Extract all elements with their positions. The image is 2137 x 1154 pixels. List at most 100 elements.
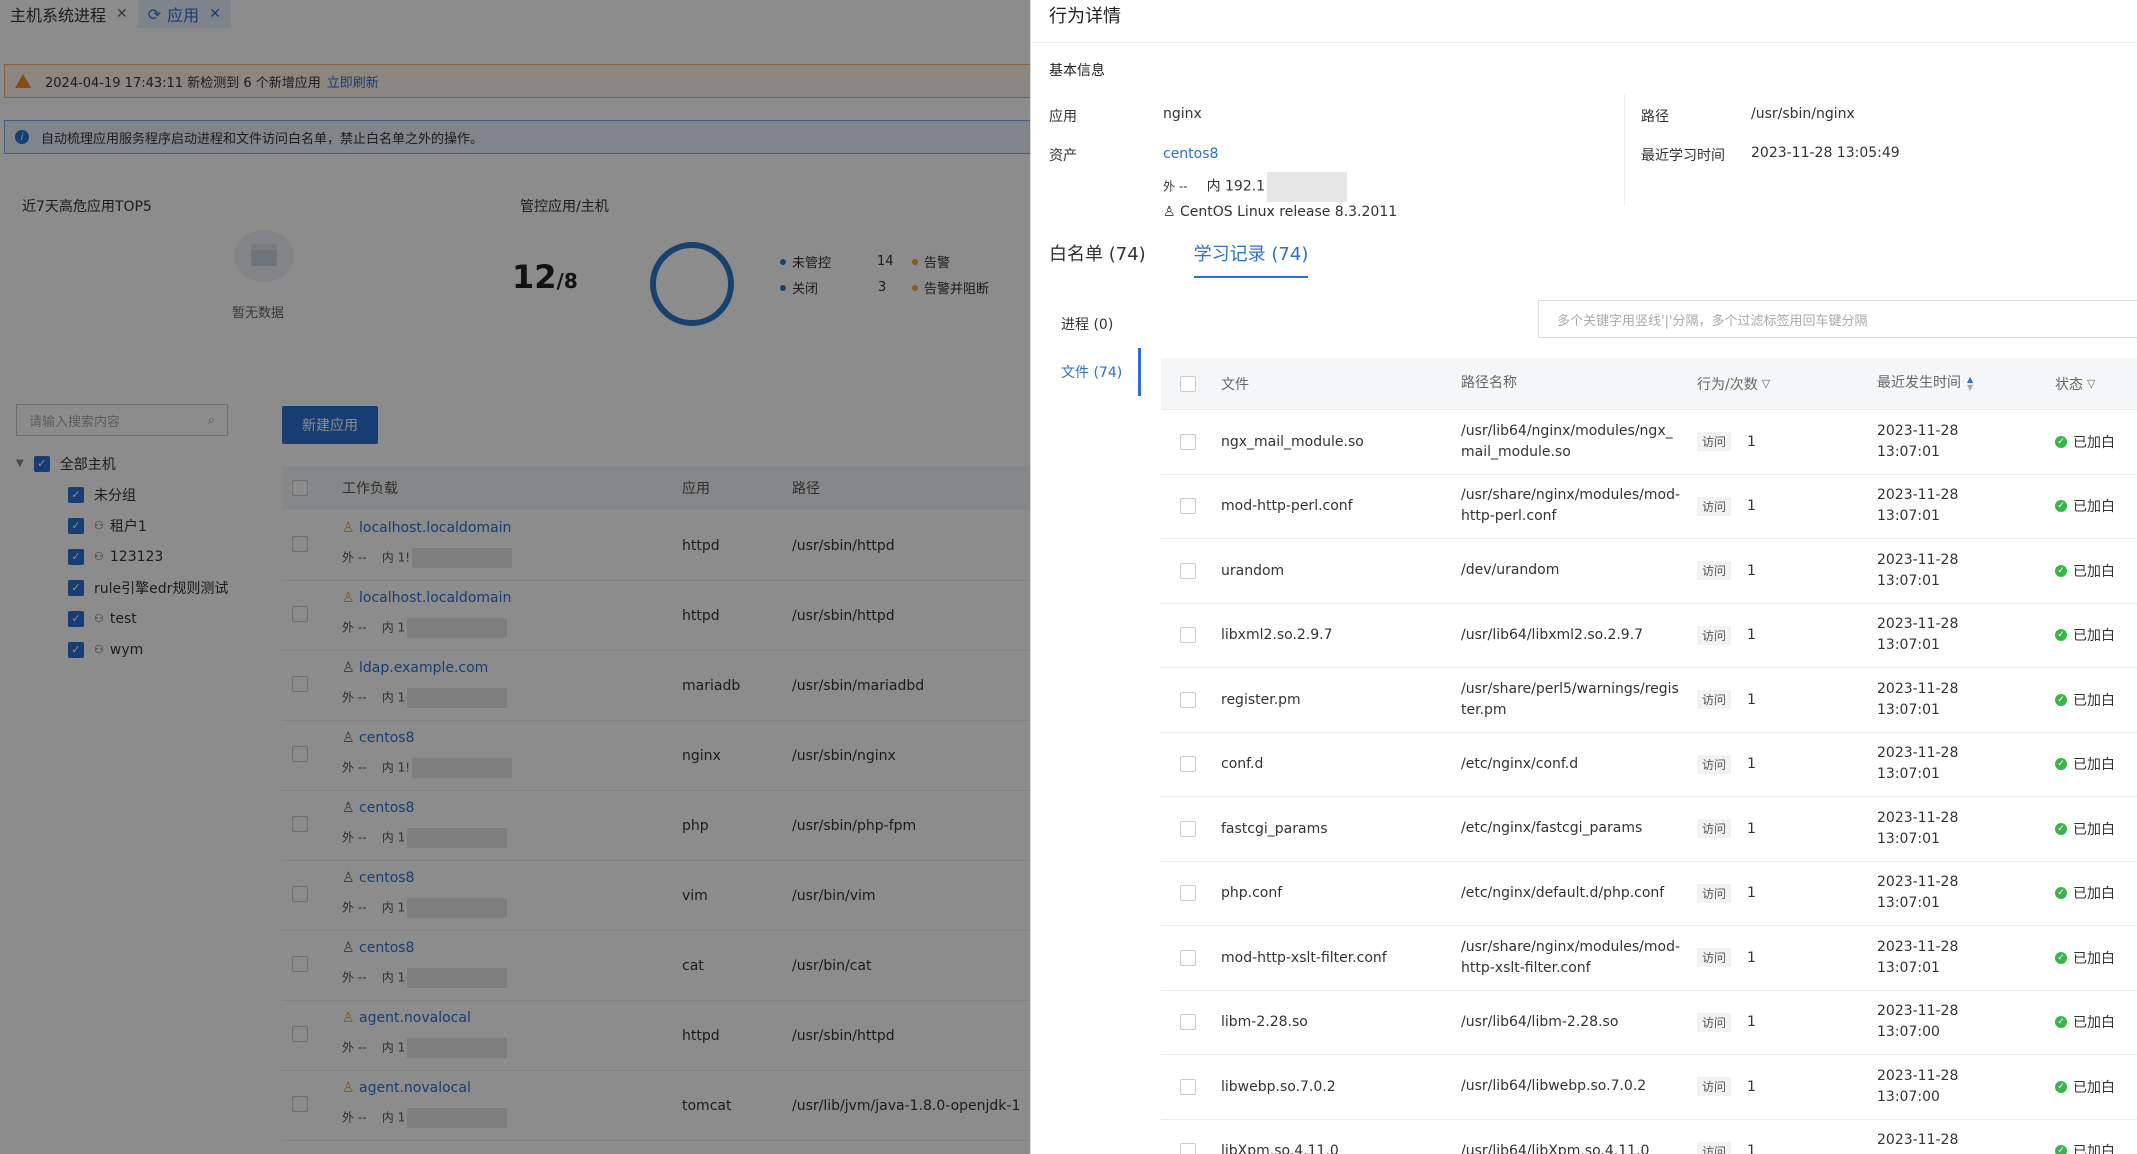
filter-icon[interactable]: ▽ xyxy=(1762,377,1770,390)
status-cell: ✓ 已加白 xyxy=(2045,432,2137,452)
date-value: 2023-11-28 xyxy=(1877,616,1959,633)
table-row[interactable]: urandom/dev/urandom 访问 1 2023-11-28 13:07:01… xyxy=(1161,539,2137,604)
status-badge: 已加白 xyxy=(2073,563,2115,580)
select-all-checkbox[interactable] xyxy=(1180,375,1196,392)
row-checkbox[interactable] xyxy=(1180,949,1196,966)
path-cell: /usr/share/perl5/warnings/register.pm xyxy=(1461,680,1679,718)
row-checkbox[interactable] xyxy=(1180,562,1196,579)
file-cell: conf.d xyxy=(1221,756,1264,773)
status-badge: 已加白 xyxy=(2073,1015,2115,1032)
action-cell: 访问 1 xyxy=(1687,625,1867,645)
table-row[interactable]: libwebp.so.7.0.2/usr/lib64/libwebp.so.7.… xyxy=(1161,1055,2137,1120)
row-checkbox[interactable] xyxy=(1180,498,1196,515)
action-cell: 访问 1 xyxy=(1687,1141,1867,1154)
time-cell: 2023-11-28 13:07:01 xyxy=(1867,421,2045,463)
header-label: 行为/次数 xyxy=(1697,376,1758,393)
file-cell: libwebp.so.7.0.2 xyxy=(1221,1078,1336,1095)
path-cell: /etc/nginx/conf.d xyxy=(1461,755,1579,772)
action-tag: 访问 xyxy=(1697,883,1732,903)
learn-time-label: 最近学习时间 xyxy=(1641,148,1725,164)
divider xyxy=(1624,94,1625,206)
drawer-title: 行为详情 xyxy=(1049,6,1121,27)
filter-input[interactable]: 多个关键字用竖线'|'分隔，多个过滤标签用回车键分隔 xyxy=(1538,300,2137,338)
count-value: 1 xyxy=(1747,1014,1756,1031)
column-header-time[interactable]: 最近发生时间 ▲ ▼ xyxy=(1867,373,2045,394)
column-header-action[interactable]: 行为/次数 ▽ xyxy=(1687,374,1867,394)
row-checkbox[interactable] xyxy=(1180,1078,1196,1095)
status-badge: 已加白 xyxy=(2073,499,2115,516)
action-cell: 访问 1 xyxy=(1687,883,1867,903)
action-tag: 访问 xyxy=(1697,1077,1732,1097)
section-title: 基本信息 xyxy=(1049,63,1105,79)
count-value: 1 xyxy=(1747,498,1756,515)
row-checkbox[interactable] xyxy=(1180,627,1196,644)
file-cell: mod-http-perl.conf xyxy=(1221,498,1353,515)
action-cell: 访问 1 xyxy=(1687,1012,1867,1032)
date-value: 2023-11-28 xyxy=(1877,745,1959,762)
table-row[interactable]: libXpm.so.4.11.0/usr/lib64/libXpm.so.4.1… xyxy=(1161,1120,2137,1154)
row-checkbox[interactable] xyxy=(1180,1143,1196,1154)
table-row[interactable]: conf.d/etc/nginx/conf.d 访问 1 2023-11-28 13:0… xyxy=(1161,733,2137,797)
row-checkbox[interactable] xyxy=(1180,820,1196,837)
table-row[interactable]: ngx_mail_module.so/usr/lib64/nginx/modul… xyxy=(1161,410,2137,475)
action-tag: 访问 xyxy=(1697,1141,1732,1154)
modal-mask[interactable] xyxy=(0,0,1030,1154)
check-circle-icon: ✓ xyxy=(2055,435,2067,448)
action-cell: 访问 1 xyxy=(1687,561,1867,581)
check-circle-icon: ✓ xyxy=(2055,758,2067,771)
table-header: 文件 路径名称 行为/次数 ▽ 最近发生时间 ▲ ▼ 状态 ▽ xyxy=(1161,358,2137,410)
table-row[interactable]: libm-2.28.so/usr/lib64/libm-2.28.so 访问 1 20… xyxy=(1161,991,2137,1055)
action-tag: 访问 xyxy=(1697,496,1732,516)
ip-out: 外 -- xyxy=(1163,179,1188,194)
tab-whitelist[interactable]: 白名单 (74) xyxy=(1049,240,1146,278)
table-row[interactable]: fastcgi_params/etc/nginx/fastcgi_params 访… xyxy=(1161,797,2137,862)
sort-icon[interactable]: ▲ ▼ xyxy=(1967,375,1973,392)
count-value: 1 xyxy=(1747,1143,1756,1154)
table-row[interactable]: libxml2.so.2.9.7/usr/lib64/libxml2.so.2.… xyxy=(1161,604,2137,668)
count-value: 1 xyxy=(1747,433,1756,450)
status-cell: ✓ 已加白 xyxy=(2045,819,2137,839)
check-circle-icon: ✓ xyxy=(2055,564,2067,577)
count-value: 1 xyxy=(1747,1078,1756,1095)
row-checkbox[interactable] xyxy=(1180,1014,1196,1031)
nav-process[interactable]: 进程 (0) xyxy=(1031,300,1141,348)
tab-learning-records[interactable]: 学习记录 (74) xyxy=(1193,240,1309,278)
status-cell: ✓ 已加白 xyxy=(2045,883,2137,903)
time-value: 13:07:01 xyxy=(1877,443,1940,460)
row-checkbox[interactable] xyxy=(1180,691,1196,708)
asset-link[interactable]: centos8 xyxy=(1163,146,1218,162)
column-header-status[interactable]: 状态 ▽ xyxy=(2045,374,2137,394)
action-cell: 访问 1 xyxy=(1687,819,1867,839)
filter-icon[interactable]: ▽ xyxy=(2087,377,2095,390)
date-value: 2023-11-28 xyxy=(1877,1067,1959,1084)
row-checkbox[interactable] xyxy=(1180,885,1196,902)
date-value: 2023-11-28 xyxy=(1877,1132,1959,1149)
nav-file[interactable]: 文件 (74) xyxy=(1031,348,1141,396)
action-tag: 访问 xyxy=(1697,1012,1732,1032)
action-cell: 访问 1 xyxy=(1687,754,1867,774)
status-badge: 已加白 xyxy=(2073,1144,2115,1154)
action-cell: 访问 1 xyxy=(1687,948,1867,968)
file-cell: php.conf xyxy=(1221,885,1283,902)
row-checkbox[interactable] xyxy=(1180,433,1196,450)
table-row[interactable]: mod-http-xslt-filter.conf/usr/share/ngin… xyxy=(1161,926,2137,991)
check-circle-icon: ✓ xyxy=(2055,951,2067,964)
action-cell: 访问 1 xyxy=(1687,1077,1867,1097)
behavior-detail-drawer: 行为详情 基本信息 应用 nginx 资产 centos8 外 -- 内 192… xyxy=(1030,0,2137,1154)
row-checkbox[interactable] xyxy=(1180,756,1196,773)
table-row[interactable]: register.pm/usr/share/perl5/warnings/reg… xyxy=(1161,668,2137,733)
date-value: 2023-11-28 xyxy=(1877,551,1959,568)
app-value: nginx xyxy=(1163,106,1202,122)
path-label: 路径 xyxy=(1641,109,1669,125)
file-cell: libXpm.so.4.11.0 xyxy=(1221,1143,1339,1154)
table-row[interactable]: mod-http-perl.conf/usr/share/nginx/modul… xyxy=(1161,475,2137,539)
table-row[interactable]: php.conf/etc/nginx/default.d/php.conf 访问 1… xyxy=(1161,862,2137,926)
file-cell: libm-2.28.so xyxy=(1221,1014,1308,1031)
count-value: 1 xyxy=(1747,691,1756,708)
status-cell: ✓ 已加白 xyxy=(2045,1077,2137,1097)
status-badge: 已加白 xyxy=(2073,1079,2115,1096)
file-cell: ngx_mail_module.so xyxy=(1221,433,1364,450)
header-label: 最近发生时间 xyxy=(1877,375,1961,391)
count-value: 1 xyxy=(1747,562,1756,579)
file-cell: fastcgi_params xyxy=(1221,820,1328,837)
